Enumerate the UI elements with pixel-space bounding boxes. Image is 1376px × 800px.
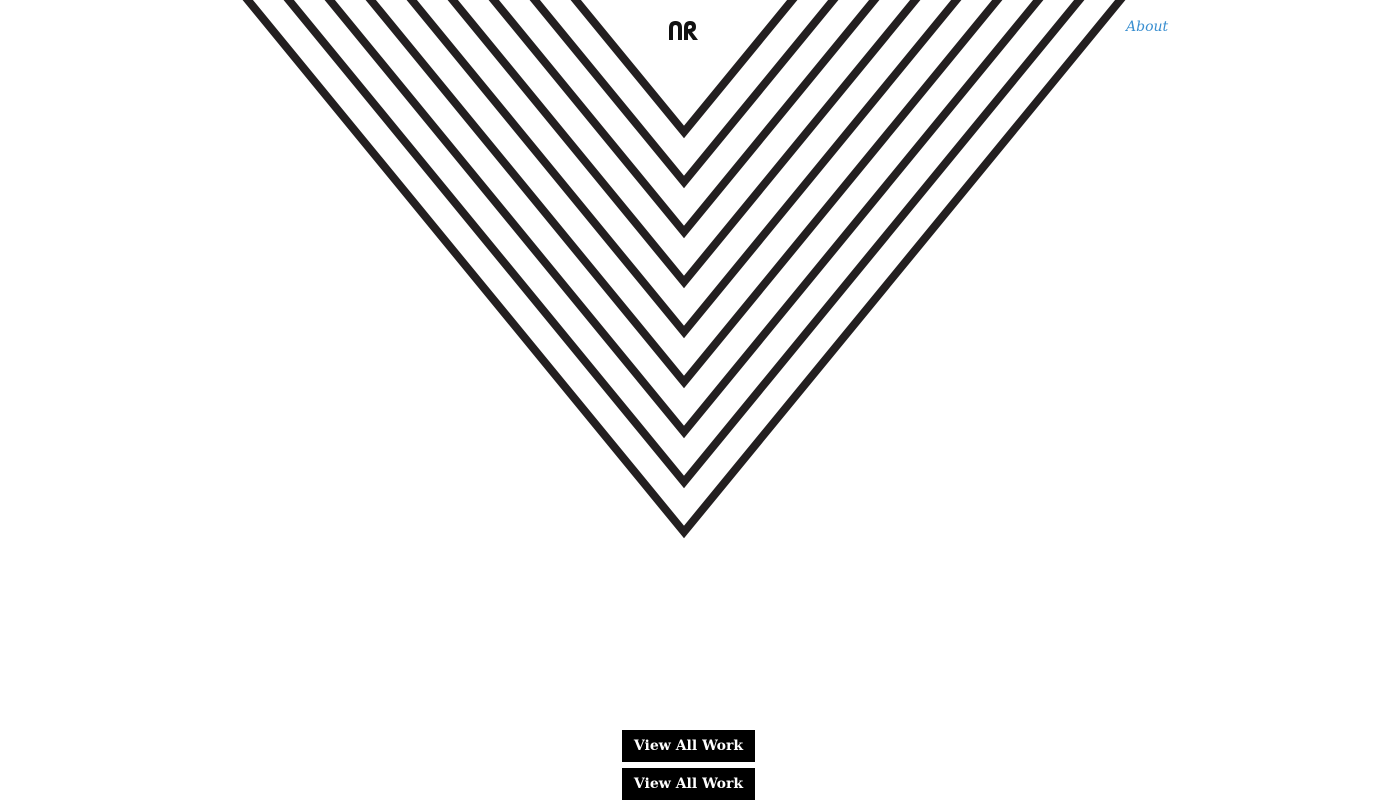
chevron-stripes [242, 0, 1126, 539]
monogram-logo-icon[interactable] [668, 19, 699, 41]
view-all-work-button[interactable]: View All Work [622, 730, 755, 762]
chevron-stripe [324, 0, 1044, 439]
chevron-stripe [447, 0, 921, 289]
about-link[interactable]: About [1126, 19, 1168, 35]
chevron-stripe [242, 0, 1126, 539]
hero-chevron-graphic [242, 0, 1126, 539]
chevron-stripe [283, 0, 1085, 489]
logo-letter-right [684, 21, 698, 40]
logo-letter-left [669, 21, 682, 40]
view-all-work-button-secondary[interactable]: View All Work [622, 768, 755, 800]
page: About View All Work View All Work [0, 0, 1376, 800]
